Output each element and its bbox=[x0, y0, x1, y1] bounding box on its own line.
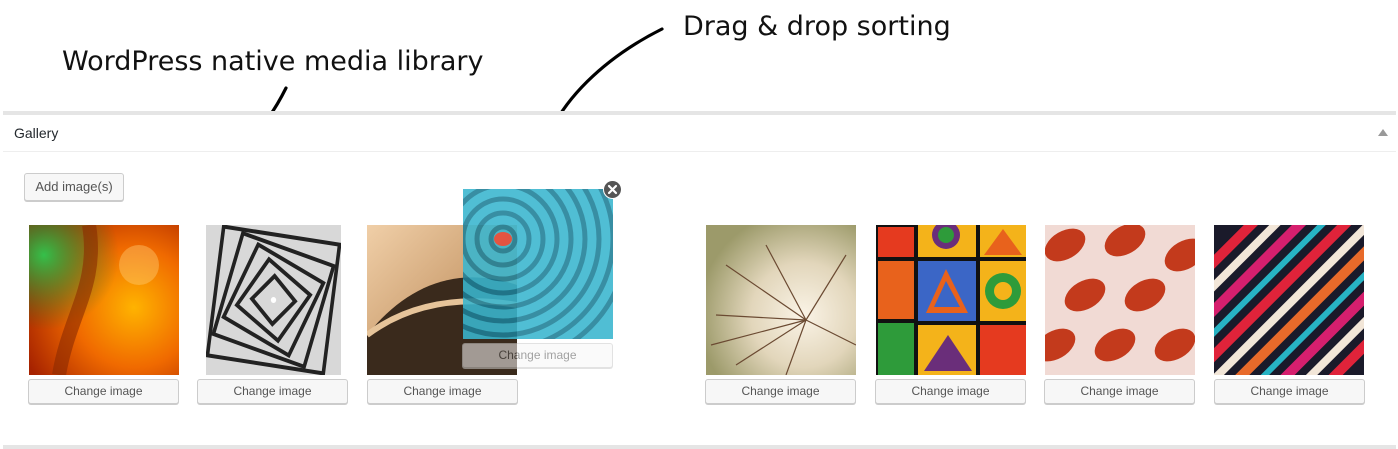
gallery-image-6[interactable] bbox=[1045, 225, 1195, 375]
close-icon[interactable] bbox=[603, 180, 622, 199]
change-image-button[interactable]: Change image bbox=[1044, 379, 1195, 404]
panel-header[interactable]: Gallery bbox=[3, 115, 1396, 152]
diagonal-stripes-image bbox=[1214, 225, 1364, 375]
spiral-bw-image bbox=[206, 225, 341, 375]
red-pattern-image bbox=[1045, 225, 1195, 375]
change-image-button[interactable]: Change image bbox=[197, 379, 348, 404]
dragged-change-image-button[interactable]: Change image bbox=[462, 343, 613, 368]
geometric-shapes-image bbox=[876, 225, 1026, 375]
gallery-image-7[interactable] bbox=[1214, 225, 1364, 375]
gallery-image-2[interactable] bbox=[206, 225, 341, 375]
abstract-orange-image bbox=[29, 225, 179, 375]
blue-rope-image bbox=[463, 189, 613, 339]
collapse-toggle-icon[interactable] bbox=[1378, 129, 1388, 136]
gallery-image-5[interactable] bbox=[876, 225, 1026, 375]
gallery-image-4[interactable] bbox=[706, 225, 856, 375]
remove-icon bbox=[604, 181, 621, 198]
dragged-gallery-image[interactable] bbox=[463, 189, 613, 339]
change-image-button[interactable]: Change image bbox=[875, 379, 1026, 404]
panel-title: Gallery bbox=[14, 125, 59, 141]
add-images-button[interactable]: Add image(s) bbox=[24, 173, 124, 201]
change-image-button[interactable]: Change image bbox=[28, 379, 179, 404]
change-image-button[interactable]: Change image bbox=[367, 379, 518, 404]
change-image-button[interactable]: Change image bbox=[705, 379, 856, 404]
change-image-button[interactable]: Change image bbox=[1214, 379, 1365, 404]
gallery-image-1[interactable] bbox=[29, 225, 179, 375]
annotation-media-library: WordPress native media library bbox=[62, 46, 484, 77]
dandelion-image bbox=[706, 225, 856, 375]
annotation-drag-drop: Drag & drop sorting bbox=[683, 11, 951, 42]
